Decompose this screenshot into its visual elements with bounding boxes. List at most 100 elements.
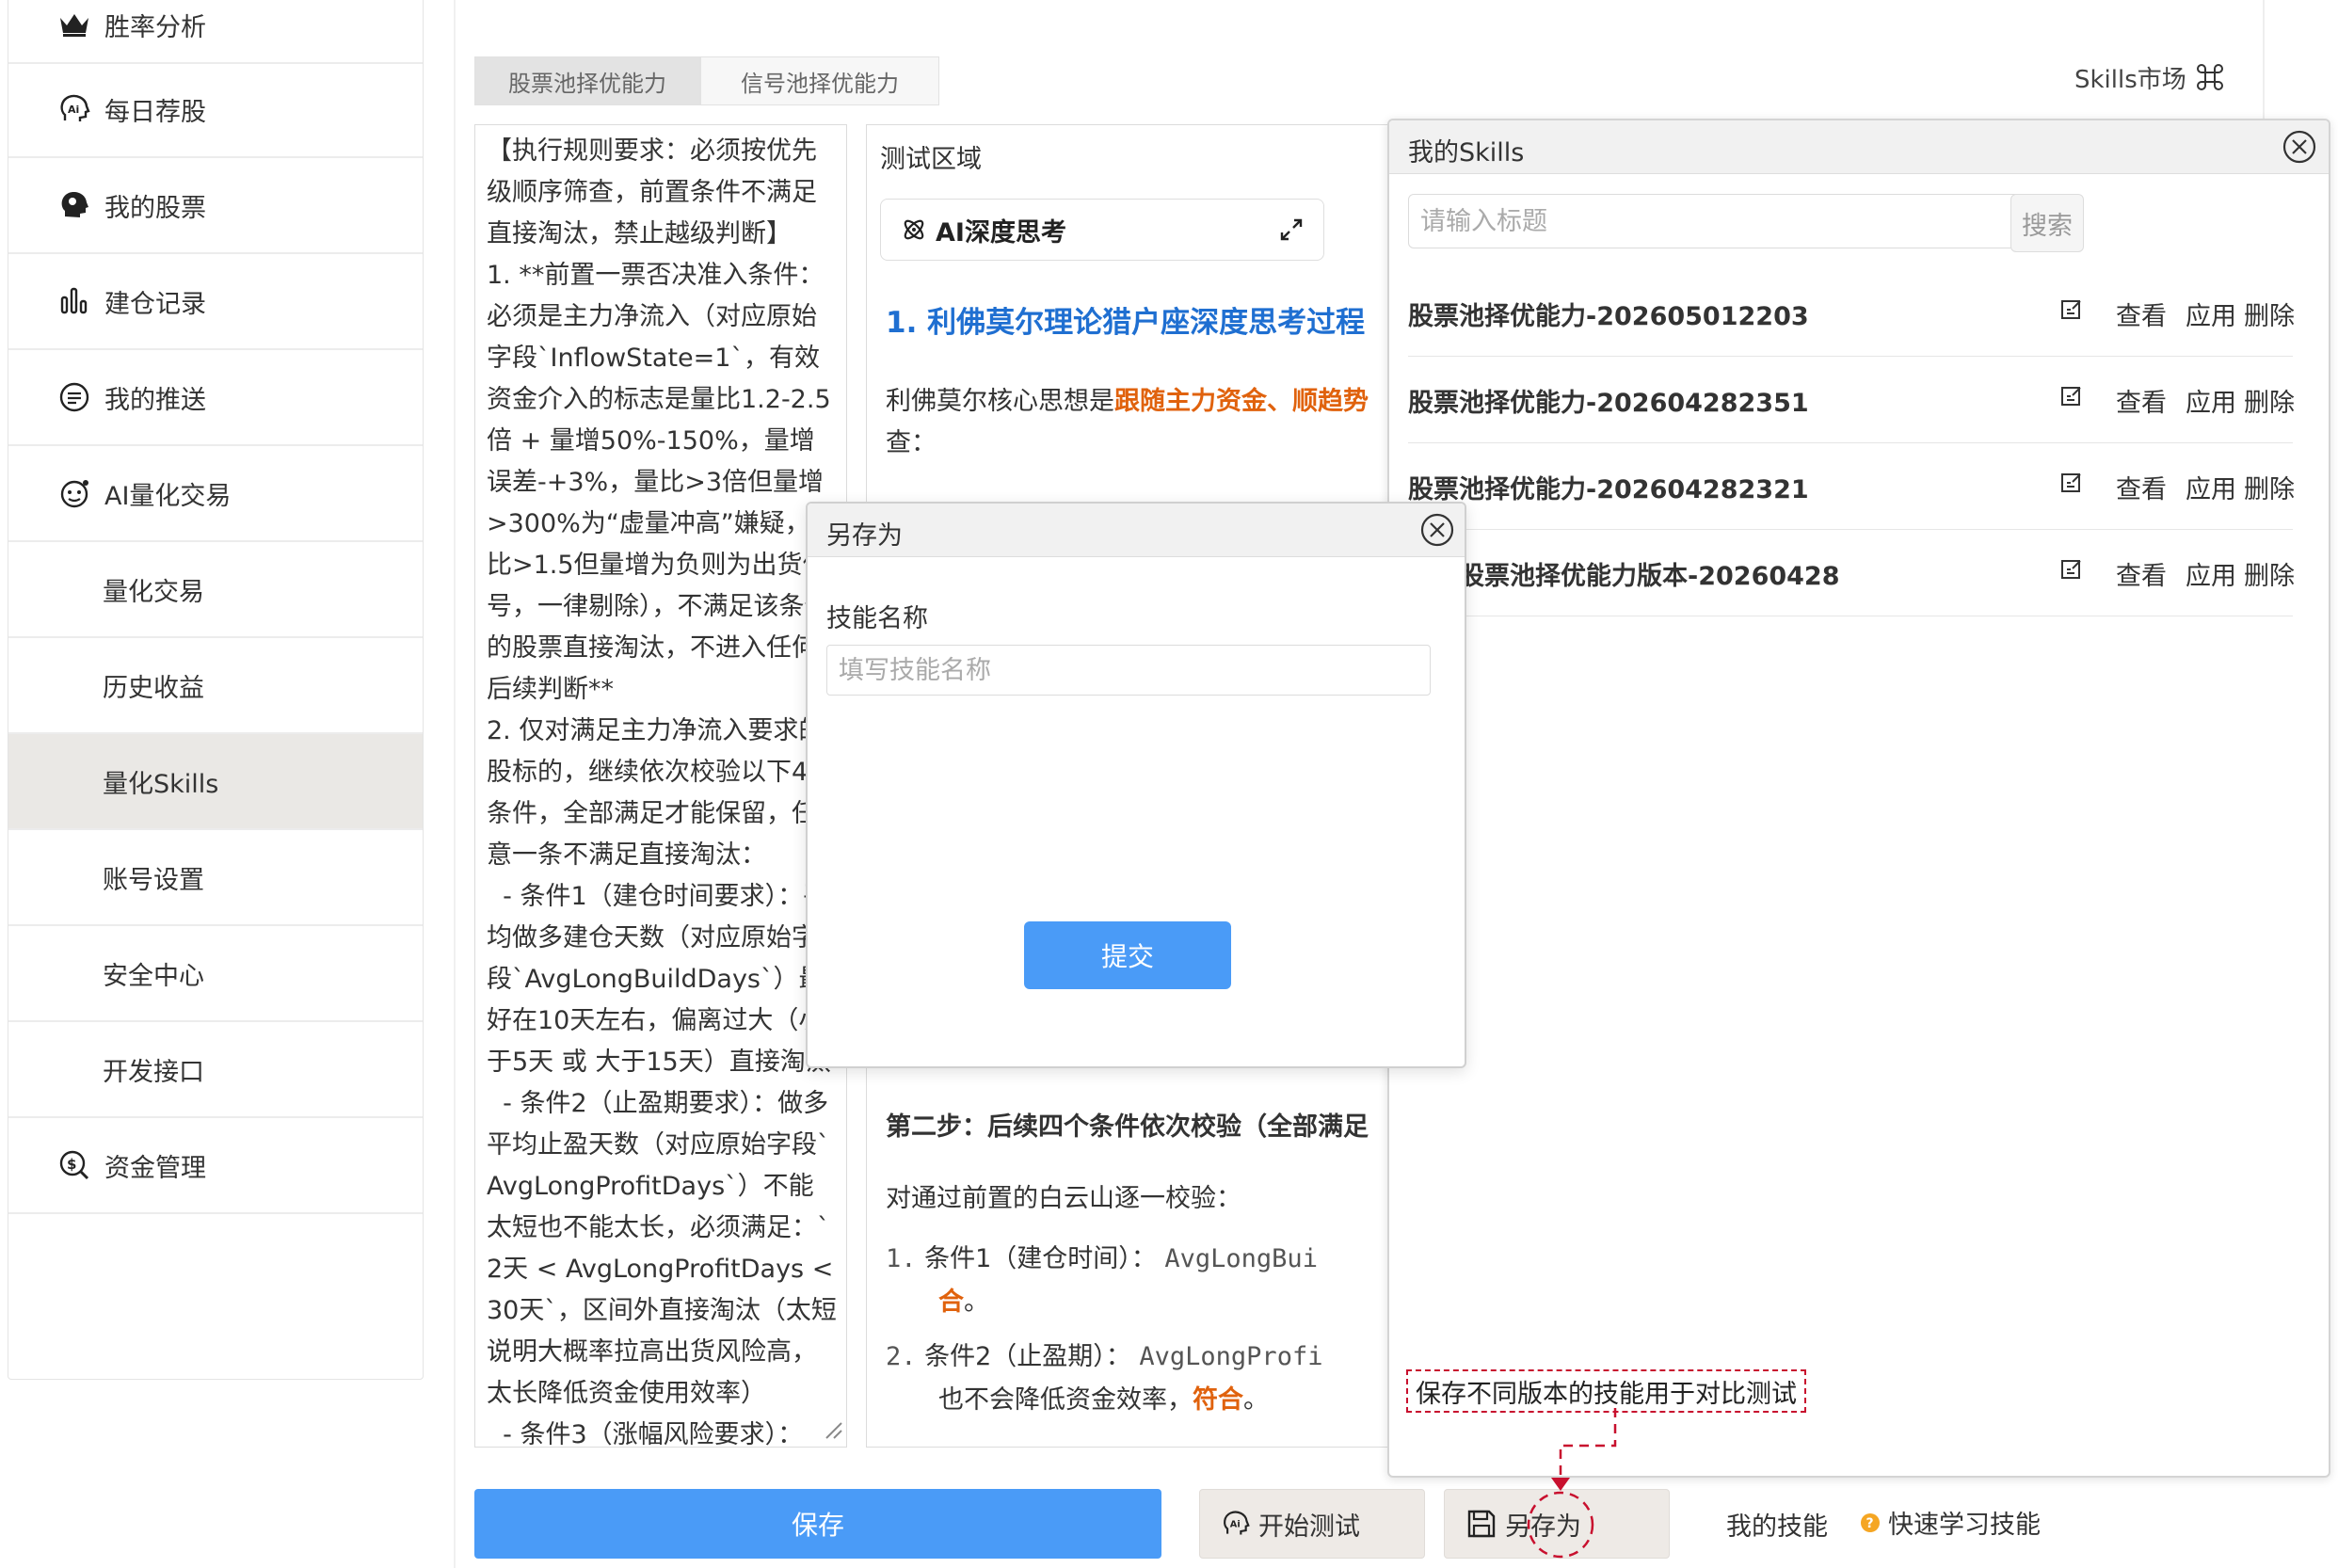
skill-search-input[interactable] (1408, 194, 2022, 248)
skill-name: 股票池择优能力-202604282321 (1408, 475, 1809, 504)
list-result-tail: 。 (964, 1288, 989, 1317)
apply-button[interactable]: 应用 (2186, 296, 2236, 332)
tab-signal-pool[interactable]: 信号池择优能力 (700, 56, 939, 105)
command-icon (2196, 63, 2224, 91)
sidebar-item-quant-skills[interactable]: 量化Skills (8, 734, 423, 830)
svg-text:Ai: Ai (68, 104, 79, 116)
money-search-icon: $ (57, 1148, 91, 1182)
floppy-disk-icon (1465, 1508, 1497, 1540)
sidebar-item-label: 胜率分析 (104, 12, 206, 42)
quick-learn-label: 快速学习技能 (1888, 1511, 2041, 1540)
sidebar-item-label: 资金管理 (104, 1153, 206, 1183)
save-button[interactable]: 保存 (474, 1489, 1161, 1559)
sidebar-item-label: 建仓记录 (104, 289, 206, 319)
skill-name-label: 技能名称 (826, 604, 928, 633)
version-compare-tip: 保存不同版本的技能用于对比测试 (1406, 1369, 1806, 1413)
delete-button[interactable]: 删除 (2244, 469, 2295, 505)
sidebar-item-my-stocks[interactable]: 我的股票 (8, 158, 423, 254)
sidebar-item-win-rate[interactable]: 胜率分析 (8, 0, 423, 64)
sidebar-item-label: 安全中心 (103, 961, 204, 991)
sidebar-item-daily-picks[interactable]: Ai 每日荐股 (8, 62, 423, 158)
view-button[interactable]: 查看 (2116, 469, 2167, 505)
start-test-button[interactable]: Ai 开始测试 (1199, 1489, 1425, 1559)
atom-icon (900, 216, 928, 244)
delete-button[interactable]: 删除 (2244, 382, 2295, 419)
apply-button[interactable]: 应用 (2186, 469, 2236, 505)
sidebar-item-label: 我的推送 (104, 385, 206, 415)
ai-deep-thinking-box[interactable]: AI深度思考 (880, 199, 1324, 261)
ai-head-icon: Ai (57, 92, 91, 126)
save-as-dialog: 另存为 技能名称 提交 (806, 502, 1466, 1068)
view-button[interactable]: 查看 (2116, 382, 2167, 419)
skill-name: 股票池择优能力-202605012203 (1408, 302, 1809, 331)
sidebar-item-label: 量化交易 (103, 577, 204, 607)
bar-chart-icon (57, 284, 91, 318)
skill-name-input[interactable] (826, 645, 1431, 696)
edit-icon[interactable] (2059, 297, 2084, 326)
sidebar-item-label: 我的股票 (104, 193, 206, 223)
view-button[interactable]: 查看 (2116, 296, 2167, 332)
edit-icon[interactable] (2059, 557, 2084, 585)
edit-icon[interactable] (2059, 471, 2084, 499)
content-right-divider (2263, 0, 2265, 122)
delete-button[interactable]: 删除 (2244, 296, 2295, 332)
sidebar-item-my-push[interactable]: 我的推送 (8, 350, 423, 446)
analysis-paragraph: 利佛莫尔核心思想是跟随主力资金、顺趋势 查： (886, 381, 1394, 464)
edit-icon[interactable] (2059, 384, 2084, 412)
skill-name: 我的股票池择优能力版本-20260428 (1408, 562, 1840, 591)
sidebar-item-history-returns[interactable]: 历史收益 (8, 638, 423, 734)
apply-button[interactable]: 应用 (2186, 382, 2236, 419)
step2-heading: 第二步：后续四个条件依次校验（全部满足 (886, 1112, 1369, 1142)
sidebar-item-label: 量化Skills (103, 769, 219, 799)
paragraph-text: 利佛莫尔核心思想是 (886, 387, 1114, 416)
resize-grip-icon[interactable] (823, 1419, 843, 1444)
crown-icon (57, 8, 91, 41)
sidebar-item-dev-api[interactable]: 开发接口 (8, 1022, 423, 1118)
list-result: 合 (938, 1288, 964, 1317)
save-as-button[interactable]: 另存为 (1444, 1489, 1670, 1559)
sidebar-item-label: 历史收益 (103, 673, 204, 703)
list-label: 条件1（建仓时间）： (924, 1244, 1157, 1273)
sidebar-item-quant-trading[interactable]: 量化交易 (8, 542, 423, 638)
expand-icon[interactable] (1278, 216, 1305, 243)
sidebar-item-label: 账号设置 (103, 865, 204, 895)
sidebar-item-label: AI量化交易 (104, 481, 232, 511)
skills-market-label: Skills市场 (2074, 65, 2186, 94)
quick-learn-link[interactable]: ? 快速学习技能 (1860, 1504, 2041, 1541)
sidebar-item-label: 每日荐股 (104, 97, 206, 127)
close-icon[interactable] (2282, 129, 2317, 165)
brain-icon (57, 188, 91, 222)
paragraph-highlight: 跟随主力资金、顺趋势 (1114, 387, 1369, 416)
submit-button[interactable]: 提交 (1024, 921, 1231, 989)
close-icon[interactable] (1419, 512, 1455, 548)
skill-row: 股票池择优能力-202604282321 查看 应用 删除 (1408, 442, 2295, 530)
my-skills-title: 我的Skills (1408, 138, 1525, 168)
skill-search-button[interactable]: 搜索 (2010, 194, 2084, 252)
list-code: AvgLongBui (1164, 1244, 1318, 1273)
sidebar-item-account-settings[interactable]: 账号设置 (8, 830, 423, 926)
list-line2: 也不会降低资金效率， (938, 1385, 1193, 1415)
sidebar-item-ai-quant-trading[interactable]: AI量化交易 (8, 446, 423, 542)
step2-paragraph: 对通过前置的白云山逐一校验： (886, 1184, 1241, 1213)
skills-market-link[interactable]: Skills市场 (2074, 58, 2224, 96)
list-result: 符合 (1193, 1385, 1243, 1415)
my-skills-panel: 我的Skills 搜索 股票池择优能力-202605012203 查看 应用 删… (1387, 119, 2330, 1478)
view-button[interactable]: 查看 (2116, 555, 2167, 592)
start-test-label: 开始测试 (1258, 1512, 1360, 1542)
rule-textarea[interactable]: 【执行规则要求：必须按优先级顺序筛查，前置条件不满足直接淘汰，禁止越级判断】 1… (474, 124, 847, 1448)
help-icon: ? (1860, 1512, 1881, 1533)
list-result-tail: 。 (1243, 1385, 1269, 1415)
my-skills-header: 我的Skills (1389, 120, 2329, 174)
delete-button[interactable]: 删除 (2244, 555, 2295, 592)
sidebar-item-security-center[interactable]: 安全中心 (8, 926, 423, 1022)
my-skills-link[interactable]: 我的技能 (1726, 1506, 1828, 1543)
rule-text[interactable]: 【执行规则要求：必须按优先级顺序筛查，前置条件不满足直接淘汰，禁止越级判断】 1… (475, 125, 846, 1447)
apply-button[interactable]: 应用 (2186, 555, 2236, 592)
sidebar-item-position-records[interactable]: 建仓记录 (8, 254, 423, 350)
list-number: 1. (886, 1244, 917, 1273)
save-as-title: 另存为 (826, 521, 903, 551)
skill-name: 股票池择优能力-202604282351 (1408, 389, 1809, 418)
skill-row: 我的股票池择优能力版本-20260428 查看 应用 删除 (1408, 529, 2295, 616)
sidebar-item-fund-management[interactable]: $ 资金管理 (8, 1118, 423, 1214)
tab-stock-pool[interactable]: 股票池择优能力 (474, 56, 700, 105)
